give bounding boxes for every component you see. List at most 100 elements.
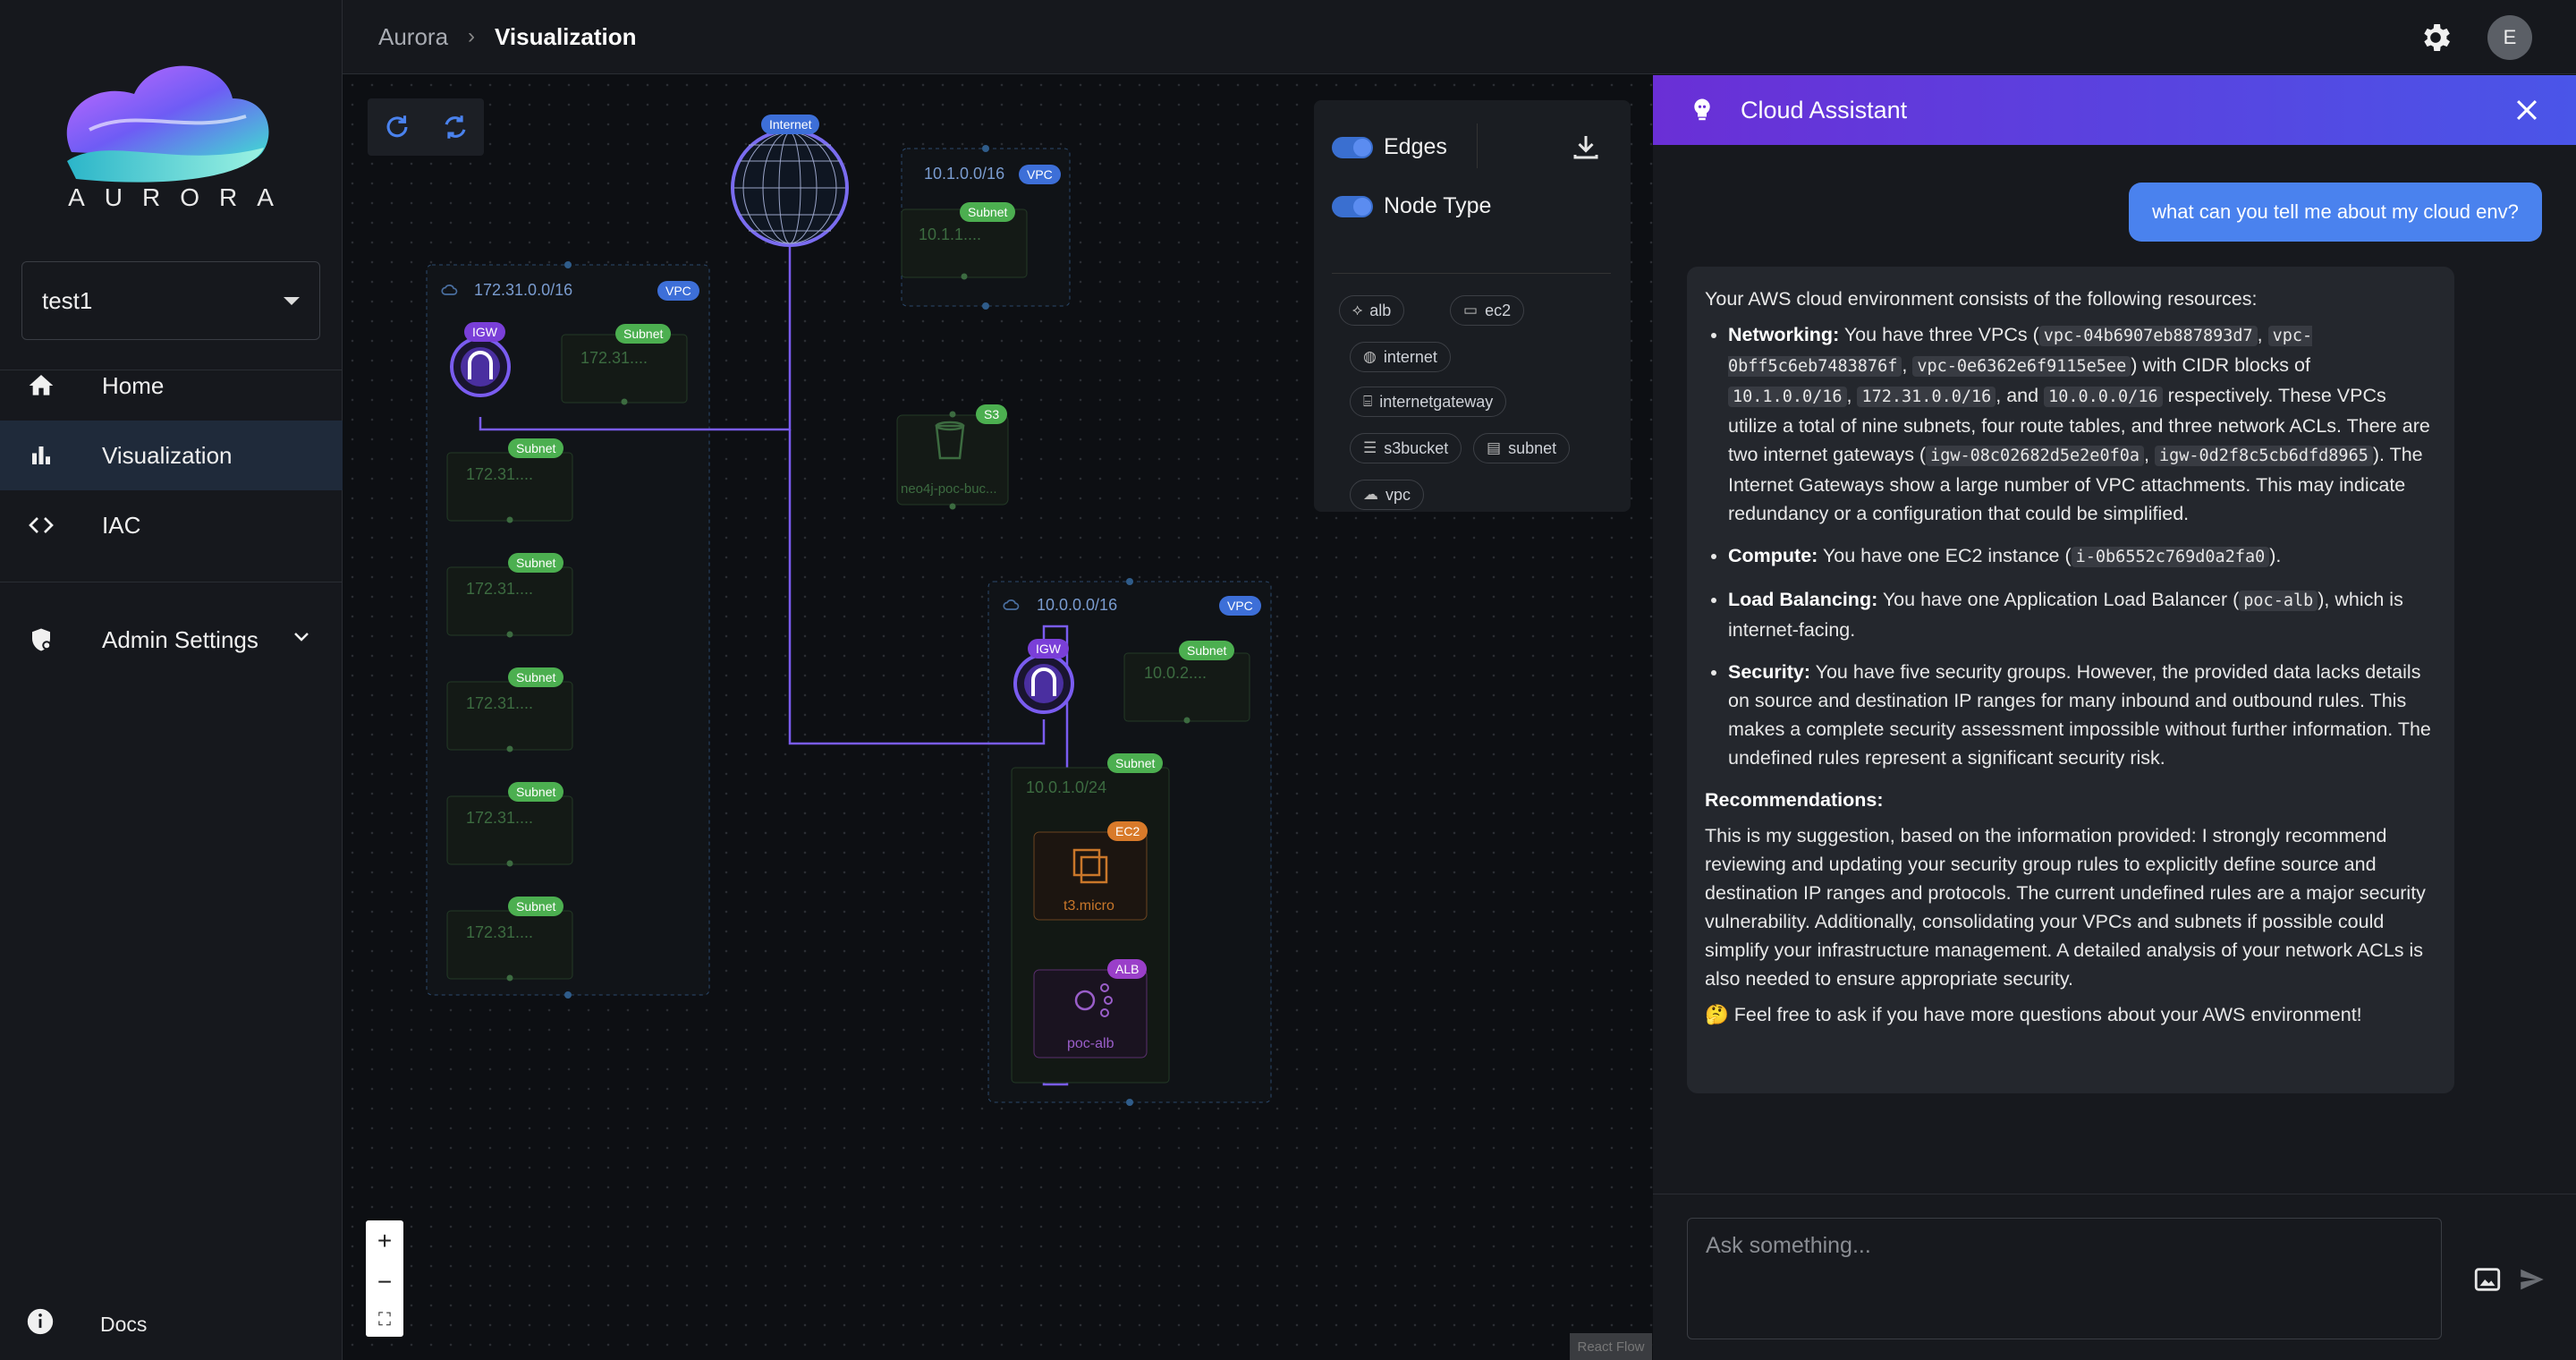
ec2-label: t3.micro (1063, 898, 1114, 914)
cloud-assistant-panel: Cloud Assistant what can you tell me abo… (1653, 75, 2576, 1360)
subnet-label: 172.31.... (466, 809, 534, 827)
code: poc-alb (2239, 591, 2318, 611)
recommendations-label: Recommendations: (1705, 789, 1884, 811)
text: ). (2269, 545, 2282, 566)
text: You have three VPCs ( (1839, 324, 2039, 345)
download-icon[interactable] (1570, 131, 1602, 163)
alb-label: poc-alb (1067, 1036, 1114, 1051)
legend-chip-subnet[interactable]: ▤ subnet (1473, 433, 1571, 463)
subnet-badge: Subnet (1107, 753, 1164, 773)
chat-header: Cloud Assistant (1653, 75, 2576, 145)
edges-label: Edges (1384, 134, 1447, 159)
recommendations-text: This is my suggestion, based on the info… (1705, 825, 2426, 990)
sidebar-item-admin-settings[interactable]: Admin Settings (0, 605, 343, 675)
sidebar-item-label: IAC (102, 511, 141, 539)
edges-toggle[interactable]: Edges (1332, 134, 1447, 160)
intro-text: Your AWS cloud environment consists of t… (1705, 288, 2258, 310)
vpc-badge: VPC (1219, 596, 1261, 616)
sidebar-item-label: Admin Settings (102, 625, 258, 653)
subnet-badge: Subnet (508, 667, 564, 687)
legend-chip-internet[interactable]: ◍ internet (1350, 342, 1451, 372)
legend-chip-vpc[interactable]: ☁ vpc (1350, 480, 1425, 510)
chip-label: vpc (1385, 485, 1411, 504)
subnet-node[interactable] (446, 795, 573, 865)
code: i-0b6552c769d0a2fa0 (2071, 547, 2270, 567)
breadcrumb-root[interactable]: Aurora (378, 23, 448, 51)
code-icon (25, 509, 57, 541)
node-type-switch[interactable] (1332, 195, 1373, 217)
code: 10.0.0.0/16 (2044, 387, 2163, 407)
internet-node[interactable] (731, 129, 849, 247)
text: You have one Application Load Balancer ( (1877, 589, 2240, 610)
subnet-node[interactable] (561, 334, 688, 404)
sidebar-item-home[interactable]: Home (0, 351, 343, 421)
chat-input[interactable]: Ask something... (1687, 1218, 2442, 1339)
cloud-icon (1003, 599, 1020, 610)
close-icon[interactable] (2512, 95, 2542, 125)
list-item: Compute: You have one EC2 instance (i-0b… (1728, 541, 2436, 572)
resource-list: Networking: You have three VPCs (vpc-04b… (1705, 320, 2436, 772)
subnet-label: 172.31.... (466, 465, 534, 483)
chevron-down-icon (291, 626, 312, 654)
subnet-node[interactable] (446, 452, 573, 522)
image-upload-icon[interactable] (2472, 1264, 2503, 1295)
igw-node[interactable] (450, 336, 511, 397)
legend-panel: Edges Node Type ⟡ alb ▭ ec2 ◍ internet ⌸ int… (1314, 100, 1631, 512)
react-flow-attribution[interactable]: React Flow (1570, 1333, 1652, 1360)
sidebar-item-visualization[interactable]: Visualization (0, 421, 343, 490)
edges-switch[interactable] (1332, 136, 1373, 158)
chip-label: alb (1369, 301, 1392, 319)
subnet-label: 172.31.... (580, 349, 648, 367)
igw-badge: IGW (1028, 639, 1069, 659)
docs-link[interactable]: Docs (25, 1306, 147, 1342)
legend-chip-alb[interactable]: ⟡ alb (1339, 295, 1405, 326)
app-root: AURORA test1 Home Visualization IAC Admi… (0, 0, 2576, 1360)
assistant-bulb-icon (1694, 98, 1710, 121)
legend-divider (1477, 123, 1478, 168)
project-select-value: test1 (42, 286, 93, 314)
legend-chip-s3bucket[interactable]: ☰ s3bucket (1350, 433, 1462, 463)
zoom-in-icon[interactable]: + (377, 1227, 392, 1255)
internet-badge: Internet (761, 115, 820, 134)
storage-icon: ☰ (1363, 439, 1377, 456)
sidebar-item-iac[interactable]: IAC (0, 490, 343, 560)
top-header: Aurora › Visualization E (343, 0, 2576, 74)
fit-view-icon[interactable]: ⛶ (378, 1310, 391, 1330)
lb-label: Load Balancing: (1728, 589, 1878, 610)
subnet-badge: Subnet (1179, 641, 1235, 660)
gear-icon[interactable] (2418, 20, 2453, 55)
legend-chip-ec2[interactable]: ▭ ec2 (1450, 295, 1525, 326)
text: You have five security groups. However, … (1728, 661, 2431, 769)
user-message: what can you tell me about my cloud env? (2129, 183, 2542, 242)
breadcrumb-separator-icon: › (468, 24, 476, 48)
project-select[interactable]: test1 (21, 261, 320, 340)
chip-label: subnet (1508, 438, 1557, 457)
zoom-out-icon[interactable]: − (377, 1268, 392, 1296)
legend-separator (1332, 273, 1611, 274)
cloud-icon: ☁ (1363, 486, 1378, 503)
graph-canvas[interactable]: Internet 172.31.0.0/16 VPC 10.1.0.0/16 V… (343, 75, 1653, 1360)
vpc-badge: VPC (657, 281, 699, 301)
alb-icon: ⟡ (1352, 302, 1363, 319)
zoom-controls: + − ⛶ (366, 1220, 403, 1337)
subnet-label: 172.31.... (466, 923, 534, 941)
send-icon[interactable] (2517, 1264, 2547, 1295)
router-icon: ⌸ (1363, 393, 1373, 410)
vpc-badge: VPC (1019, 165, 1061, 184)
subnet-node[interactable] (446, 910, 573, 980)
recommendations-heading: Recommendations: (1705, 786, 2436, 814)
avatar[interactable]: E (2487, 15, 2532, 60)
subnet-badge: Subnet (508, 897, 564, 916)
subnet-node[interactable] (446, 681, 573, 751)
igw-node[interactable] (1013, 653, 1074, 714)
chip-label: internet (1383, 347, 1437, 366)
chat-input-area: Ask something... (1653, 1194, 2576, 1360)
subnet-label: 10.0.2.... (1144, 664, 1208, 682)
chip-label: internetgateway (1379, 392, 1494, 411)
code: igw-0d2f8c5cb6dfd8965 (2154, 446, 2373, 466)
node-type-toggle[interactable]: Node Type (1332, 193, 1491, 219)
legend-chip-internetgateway[interactable]: ⌸ internetgateway (1350, 387, 1507, 417)
closing-text: 🤔 Feel free to ask if you have more ques… (1705, 1004, 2362, 1025)
subnet-node[interactable] (446, 566, 573, 636)
cloud-icon (441, 285, 458, 295)
